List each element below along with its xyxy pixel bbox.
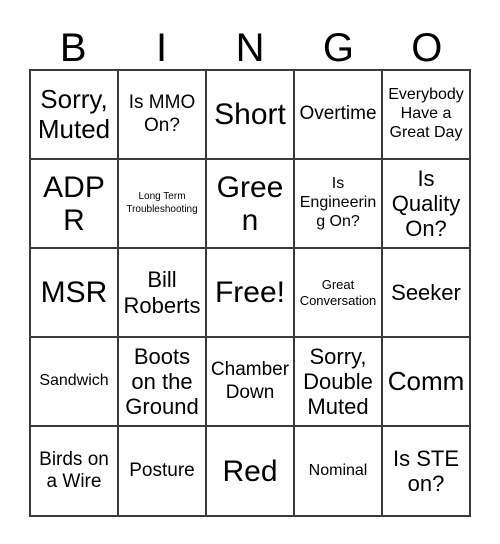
- bingo-cell-n4[interactable]: Chamber Down: [207, 338, 295, 427]
- bingo-cell-o3[interactable]: Seeker: [383, 249, 471, 338]
- bingo-cell-g4[interactable]: Sorry, Double Muted: [295, 338, 383, 427]
- bingo-cell-label: Red: [222, 454, 278, 488]
- bingo-cell-label: Is Quality On?: [391, 165, 461, 242]
- bingo-cell-g3[interactable]: Great Conversation: [295, 249, 383, 338]
- bingo-row: Sorry, Muted Is MMO On? Short Overtime E…: [31, 71, 471, 160]
- bingo-header-letter-i: I: [156, 26, 168, 70]
- bingo-cell-i5[interactable]: Posture: [119, 427, 207, 517]
- bingo-header-cell-i: I: [117, 14, 205, 69]
- bingo-cell-i4[interactable]: Boots on the Ground: [119, 338, 207, 427]
- bingo-cell-b4[interactable]: Sandwich: [31, 338, 119, 427]
- bingo-header-row: B I N G O: [29, 14, 471, 69]
- bingo-row: Birds on a Wire Posture Red Nominal Is S…: [31, 427, 471, 517]
- bingo-cell-label: Birds on a Wire: [39, 448, 109, 492]
- bingo-cell-label: Is STE on?: [392, 445, 459, 496]
- bingo-cell-o1[interactable]: Everybody Have a Great Day: [383, 71, 471, 160]
- bingo-cell-o4[interactable]: Comm: [383, 338, 471, 427]
- bingo-cell-label: Sorry, Double Muted: [303, 343, 373, 420]
- bingo-cell-label: Is MMO On?: [128, 92, 196, 136]
- bingo-cell-i3[interactable]: Bill Roberts: [119, 249, 207, 338]
- bingo-cell-label: Bill Roberts: [123, 267, 201, 318]
- bingo-cell-label: Boots on the Ground: [125, 343, 199, 420]
- bingo-cell-n2[interactable]: Green: [207, 160, 295, 249]
- bingo-cell-label: Green: [216, 170, 284, 237]
- bingo-header-cell-g: G: [294, 14, 382, 69]
- bingo-cell-label: Seeker: [391, 279, 461, 305]
- bingo-card: B I N G O Sorry, Muted Is MMO On? Short: [29, 14, 471, 517]
- bingo-grid: Sorry, Muted Is MMO On? Short Overtime E…: [29, 69, 471, 517]
- bingo-header-cell-b: B: [29, 14, 117, 69]
- bingo-header-cell-n: N: [206, 14, 294, 69]
- bingo-cell-label: Everybody Have a Great Day: [388, 86, 464, 141]
- bingo-cell-i2[interactable]: Long Term Troubleshooting: [119, 160, 207, 249]
- bingo-cell-label: Posture: [129, 459, 195, 481]
- bingo-cell-o2[interactable]: Is Quality On?: [383, 160, 471, 249]
- bingo-cell-label: Sandwich: [39, 372, 109, 390]
- bingo-row: ADPR Long Term Troubleshooting Green Is …: [31, 160, 471, 249]
- bingo-cell-b1[interactable]: Sorry, Muted: [31, 71, 119, 160]
- bingo-cell-n5[interactable]: Red: [207, 427, 295, 517]
- bingo-cell-label: Is Engineering On?: [299, 175, 377, 230]
- bingo-cell-label: Long Term Troubleshooting: [126, 191, 198, 215]
- bingo-cell-i1[interactable]: Is MMO On?: [119, 71, 207, 160]
- bingo-cell-g2[interactable]: Is Engineering On?: [295, 160, 383, 249]
- bingo-header-cell-o: O: [383, 14, 471, 69]
- bingo-cell-label: Comm: [387, 365, 465, 396]
- bingo-header-letter-o: O: [411, 26, 443, 70]
- bingo-cell-label: Overtime: [299, 103, 377, 125]
- bingo-cell-label: Chamber Down: [210, 359, 290, 403]
- bingo-cell-label: Free!: [214, 276, 286, 309]
- bingo-header-letter-n: N: [235, 26, 265, 70]
- bingo-cell-b3[interactable]: MSR: [31, 249, 119, 338]
- bingo-row: MSR Bill Roberts Free! Great Conversatio…: [31, 249, 471, 338]
- bingo-cell-b2[interactable]: ADPR: [31, 160, 119, 249]
- bingo-cell-g5[interactable]: Nominal: [295, 427, 383, 517]
- bingo-cell-label: Nominal: [308, 461, 368, 479]
- bingo-cell-label: Great Conversation: [299, 276, 377, 308]
- bingo-cell-label: MSR: [40, 276, 108, 309]
- bingo-cell-label: ADPR: [43, 170, 105, 237]
- bingo-cell-n1[interactable]: Short: [207, 71, 295, 160]
- bingo-cell-label: Short: [214, 98, 286, 131]
- bingo-cell-g1[interactable]: Overtime: [295, 71, 383, 160]
- bingo-header-letter-b: B: [59, 26, 87, 70]
- bingo-cell-free-space[interactable]: Free!: [207, 249, 295, 338]
- bingo-cell-b5[interactable]: Birds on a Wire: [31, 427, 119, 517]
- bingo-row: Sandwich Boots on the Ground Chamber Dow…: [31, 338, 471, 427]
- bingo-header-letter-g: G: [322, 26, 354, 70]
- bingo-cell-label: Sorry, Muted: [37, 84, 111, 144]
- bingo-cell-o5[interactable]: Is STE on?: [383, 427, 471, 517]
